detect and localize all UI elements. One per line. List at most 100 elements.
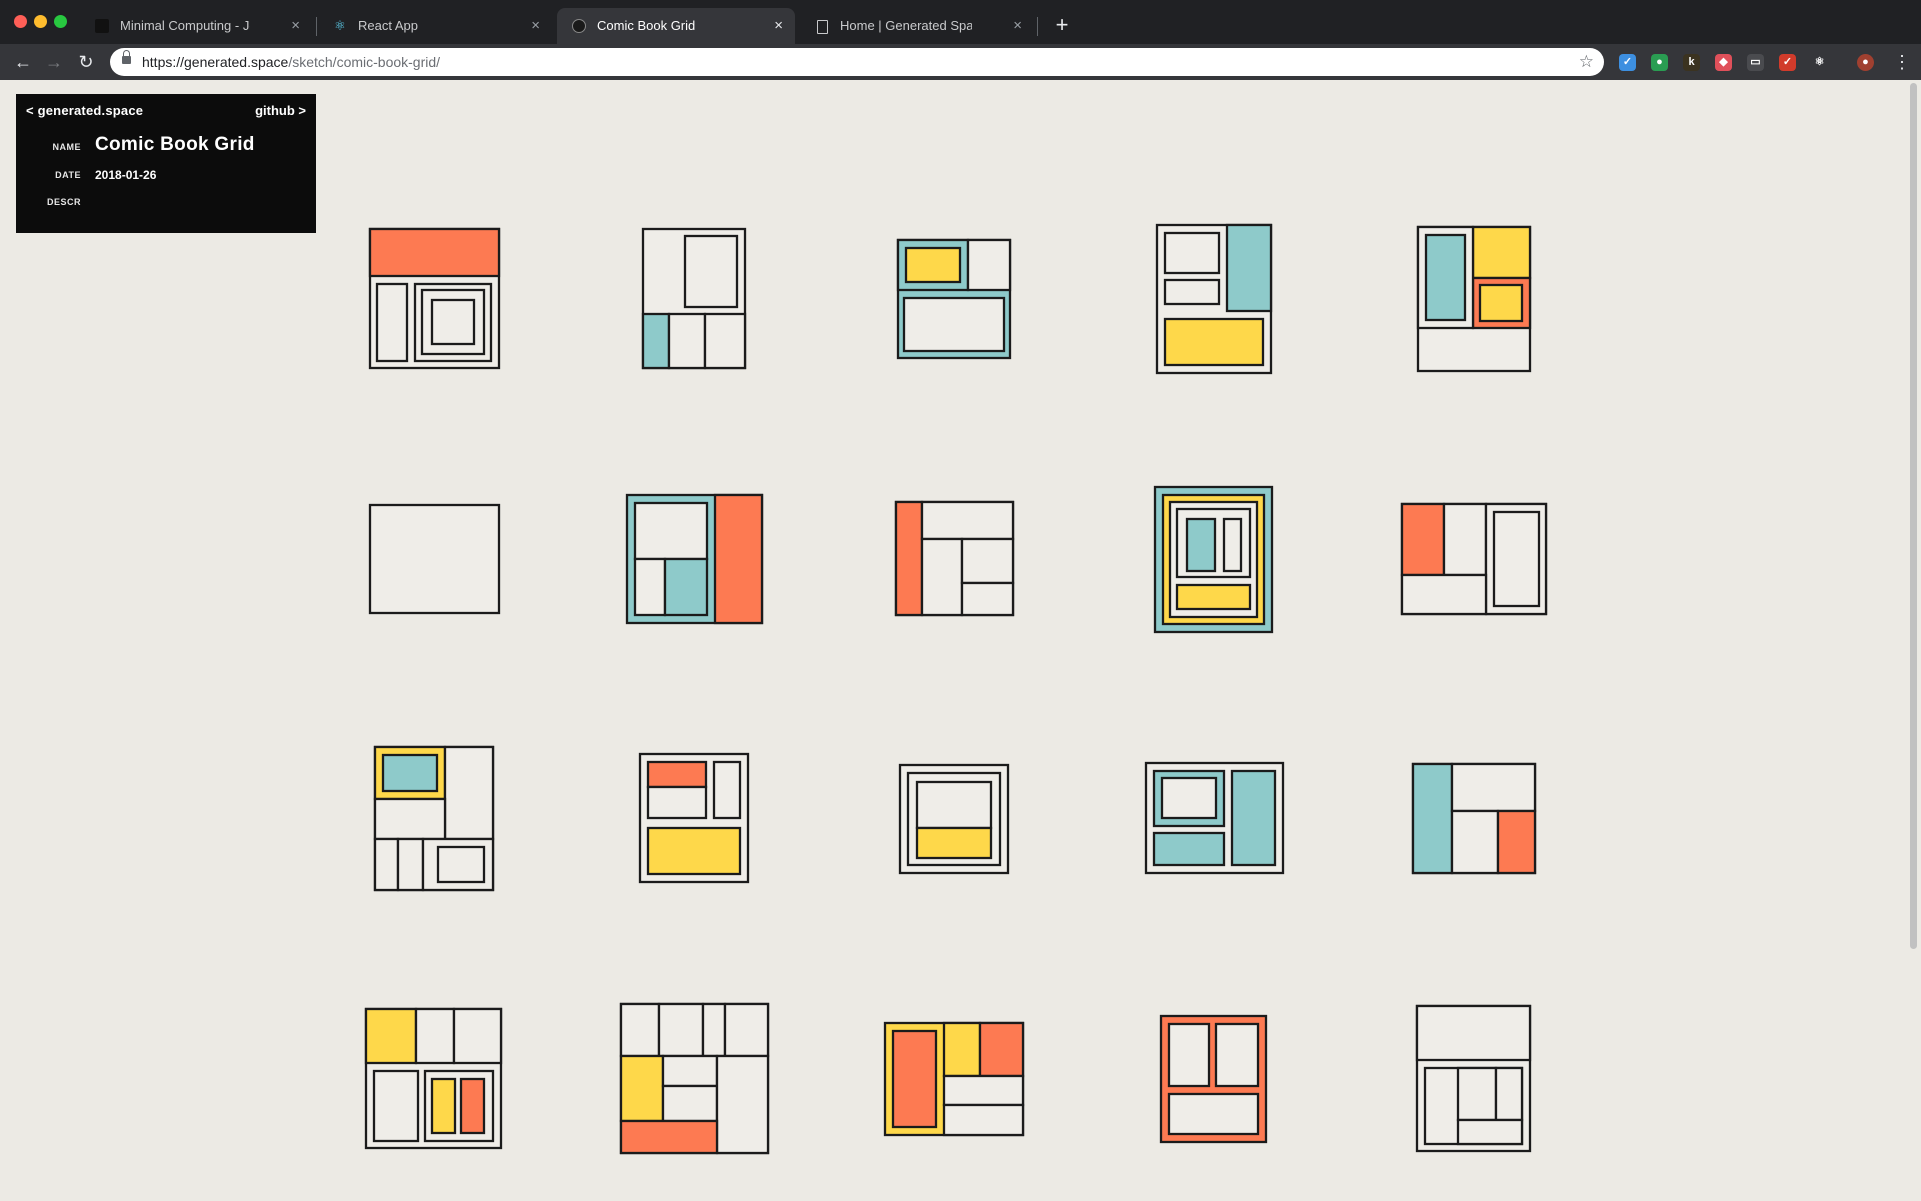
page-scrollbar[interactable] <box>1907 80 1921 1201</box>
close-window-button[interactable] <box>14 15 27 28</box>
url-text[interactable]: https://generated.space/sketch/comic-boo… <box>142 48 440 76</box>
url-host: https://generated.space <box>142 54 289 70</box>
scrollbar-thumb[interactable] <box>1910 83 1917 949</box>
comic-panel <box>373 797 447 841</box>
comic-panel <box>646 760 708 789</box>
reload-icon[interactable]: ↻ <box>74 50 98 74</box>
tab-comic-book-grid[interactable]: Comic Book Grid × <box>557 8 795 44</box>
comic-panel <box>942 1074 1025 1107</box>
comic-panel <box>368 227 501 278</box>
document-favicon-icon <box>817 20 828 34</box>
back-to-generated-space-link[interactable]: < generated.space <box>26 103 143 118</box>
comic-panel <box>1450 762 1537 813</box>
comic-grid-thumbnail-7 <box>625 493 764 625</box>
square-favicon-icon <box>95 19 109 33</box>
star-icon[interactable]: ☆ <box>1579 48 1594 76</box>
comic-panel <box>1175 583 1252 611</box>
tab-divider <box>1037 17 1038 36</box>
comic-panel <box>904 246 962 284</box>
comic-panel <box>436 845 486 884</box>
close-tab-icon[interactable]: × <box>291 8 300 44</box>
comic-panel <box>715 1054 770 1155</box>
sketch-name: Comic Book Grid <box>95 134 255 155</box>
comic-panel <box>920 500 1015 541</box>
comic-panel <box>430 298 476 346</box>
comic-panel <box>713 493 764 625</box>
comic-panel <box>1400 573 1488 616</box>
comic-panel <box>701 1002 727 1058</box>
comic-panel <box>1456 1118 1524 1146</box>
comic-panel <box>902 296 1006 353</box>
extension-blue-icon[interactable]: ✓ <box>1619 54 1636 71</box>
kebab-menu-icon[interactable]: ⋮ <box>1893 50 1911 74</box>
comic-panel <box>723 1002 770 1058</box>
url-path: /sketch/comic-book-grid/ <box>288 54 441 70</box>
comic-page-frame <box>368 503 501 615</box>
browser-toolbar: ← → ↻ https://generated.space/sketch/com… <box>0 44 1921 80</box>
extension-react-icon[interactable]: ⚛ <box>1811 54 1828 71</box>
close-tab-icon[interactable]: × <box>531 8 540 44</box>
comic-grid-thumbnail-5 <box>1416 225 1532 373</box>
comic-grid-thumbnail-2 <box>641 227 747 370</box>
extension-shield-icon[interactable]: ◆ <box>1715 54 1732 71</box>
name-label: NAME <box>52 142 81 152</box>
comic-grid-thumbnail-20 <box>1415 1004 1532 1153</box>
comic-grid-thumbnail-17 <box>619 1002 770 1155</box>
comic-panel <box>414 1007 456 1065</box>
comic-panel <box>619 1119 719 1155</box>
comic-panel <box>396 837 425 892</box>
extension-color-icon[interactable]: ✓ <box>1779 54 1796 71</box>
extension-cast-icon[interactable]: ▭ <box>1747 54 1764 71</box>
close-tab-icon[interactable]: × <box>774 8 783 44</box>
comic-panel <box>1160 776 1218 820</box>
comic-panel <box>712 760 742 820</box>
comic-panel <box>459 1077 486 1135</box>
comic-grid-thumbnail-9 <box>1153 485 1274 634</box>
comic-panel <box>1163 231 1221 275</box>
tab-minimal-computing[interactable]: Minimal Computing - Jesse Kri × <box>80 8 312 44</box>
tab-generated-space-home[interactable]: Home | Generated Space × <box>800 8 1034 44</box>
comic-panel <box>920 537 964 617</box>
profile-avatar-icon[interactable]: ● <box>1857 54 1874 71</box>
comic-panel <box>381 753 439 793</box>
comic-panel <box>960 537 1015 585</box>
tab-title: Comic Book Grid <box>597 18 696 33</box>
comic-panel <box>661 1054 719 1088</box>
comic-panel <box>1400 502 1446 577</box>
back-arrow-icon[interactable]: ← <box>11 50 35 74</box>
comic-grid-thumbnail-11 <box>373 745 495 892</box>
comic-panel <box>667 312 707 370</box>
comic-panel <box>373 837 400 892</box>
zoom-window-button[interactable] <box>54 15 67 28</box>
comic-grid-thumbnail-1 <box>368 227 501 370</box>
comic-panel <box>1492 510 1541 608</box>
comic-panel <box>364 1007 418 1065</box>
tab-title: React App <box>358 18 418 33</box>
comic-panel <box>452 1007 503 1065</box>
comic-panel <box>1415 1004 1532 1062</box>
github-link[interactable]: github > <box>255 103 306 118</box>
close-tab-icon[interactable]: × <box>1013 8 1022 44</box>
comic-panel <box>1167 1022 1211 1088</box>
comic-panel <box>966 238 1012 292</box>
extension-green-icon[interactable]: ● <box>1651 54 1668 71</box>
comic-panel <box>894 500 924 617</box>
comic-panel <box>1167 1092 1260 1136</box>
comic-panel <box>1230 769 1277 867</box>
comic-panel <box>372 1069 420 1143</box>
minimize-window-button[interactable] <box>34 15 47 28</box>
tab-title: Minimal Computing - Jesse Kri <box>120 18 250 33</box>
comic-panel <box>915 780 993 830</box>
comic-grid-thumbnail-3 <box>896 238 1012 360</box>
comic-grid-thumbnail-12 <box>638 752 750 884</box>
comic-panel <box>1478 283 1524 323</box>
comic-grid-thumbnail-14 <box>1144 761 1285 875</box>
comic-grid-thumbnail-15 <box>1411 762 1537 875</box>
tab-bar: Minimal Computing - Jesse Kri × ⚛ React … <box>0 0 1921 44</box>
address-bar[interactable]: https://generated.space/sketch/comic-boo… <box>110 48 1604 76</box>
extension-k-icon[interactable]: k <box>1683 54 1700 71</box>
comic-grid-thumbnail-6 <box>368 503 501 615</box>
forward-arrow-icon[interactable]: → <box>42 50 66 74</box>
tab-react-app[interactable]: ⚛ React App × <box>318 8 552 44</box>
new-tab-button[interactable]: + <box>1047 8 1077 44</box>
